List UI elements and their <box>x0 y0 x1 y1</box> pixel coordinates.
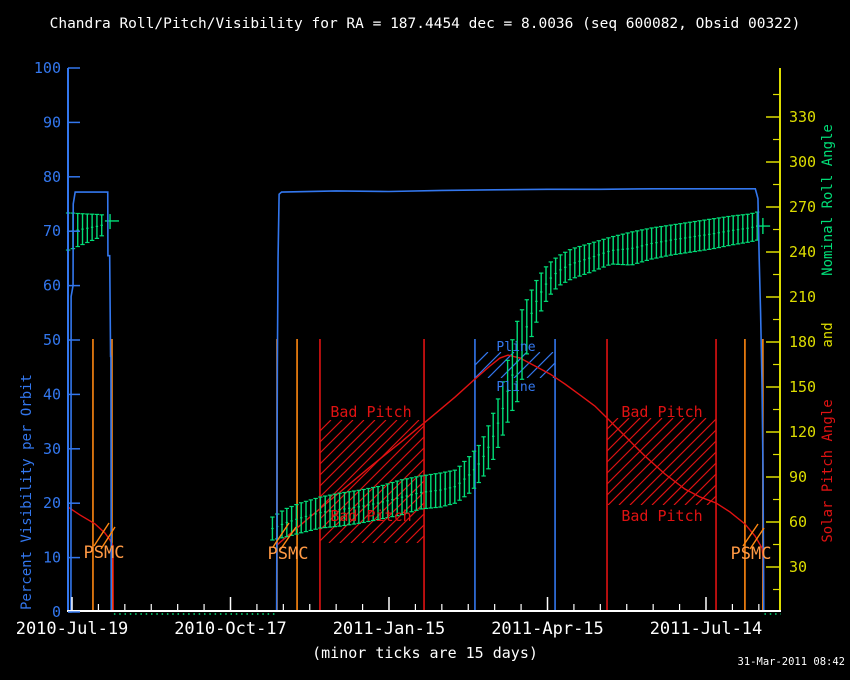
svg-text:100: 100 <box>34 59 61 77</box>
annotation-psmc: PSMC <box>84 543 125 563</box>
right-axis-title-and: and <box>820 305 838 365</box>
svg-text:270: 270 <box>789 198 816 216</box>
right-axis-title-pitch: Solar Pitch Angle <box>820 361 838 581</box>
annotation-bad-pitch: Bad Pitch <box>621 507 702 525</box>
annotation-psmc: PSMC <box>268 544 309 564</box>
svg-text:120: 120 <box>789 423 816 441</box>
svg-text:30: 30 <box>43 440 61 458</box>
svg-text:180: 180 <box>789 333 816 351</box>
annotations: PSMC PSMC PSMC Bad Pitch Bad Pitch Bad Pitch B… <box>84 340 772 564</box>
svg-text:240: 240 <box>789 243 816 261</box>
svg-text:40: 40 <box>43 385 61 403</box>
svg-text:90: 90 <box>43 113 61 131</box>
minor-ticks-caption: (minor ticks are 15 days) <box>0 644 850 662</box>
svg-text:70: 70 <box>43 222 61 240</box>
svg-text:50: 50 <box>43 331 61 349</box>
svg-text:80: 80 <box>43 168 61 186</box>
annotation-bad-pitch: Bad Pitch <box>330 507 411 525</box>
svg-text:10: 10 <box>43 549 61 567</box>
svg-text:300: 300 <box>789 153 816 171</box>
svg-text:150: 150 <box>789 378 816 396</box>
chart-canvas: 0102030405060708090100306090120150180210… <box>0 0 850 680</box>
chandra-visibility-plot: Chandra Roll/Pitch/Visibility for RA = 1… <box>0 0 850 680</box>
axes: 0102030405060708090100306090120150180210… <box>16 59 816 639</box>
annotation-pline: Pline <box>496 380 535 395</box>
nominal-roll-band-series <box>66 212 770 540</box>
svg-text:60: 60 <box>789 513 807 531</box>
svg-text:30: 30 <box>789 558 807 576</box>
svg-text:20: 20 <box>43 494 61 512</box>
x-tick-label: 2010-Oct-17 <box>174 619 287 639</box>
annotation-pline: Pline <box>496 340 535 355</box>
svg-text:210: 210 <box>789 288 816 306</box>
psmc-hatch-marks <box>94 523 764 550</box>
annotation-bad-pitch: Bad Pitch <box>621 403 702 421</box>
svg-text:60: 60 <box>43 277 61 295</box>
left-axis-title: Percent Visibility per Orbit <box>19 342 37 642</box>
annotation-psmc: PSMC <box>731 544 772 564</box>
visibility-series <box>68 189 764 612</box>
x-tick-label: 2011-Jan-15 <box>333 619 446 639</box>
svg-text:330: 330 <box>789 108 816 126</box>
svg-text:90: 90 <box>789 468 807 486</box>
annotation-bad-pitch: Bad Pitch <box>330 403 411 421</box>
right-axis-title-roll: Nominal Roll Angle <box>820 90 838 310</box>
generated-timestamp: 31-Mar-2011 08:42 <box>738 656 845 668</box>
hatch-region-bad-pitch <box>520 418 794 505</box>
x-tick-label: 2011-Apr-15 <box>491 619 604 639</box>
x-tick-label: 2011-Jul-14 <box>650 619 763 639</box>
